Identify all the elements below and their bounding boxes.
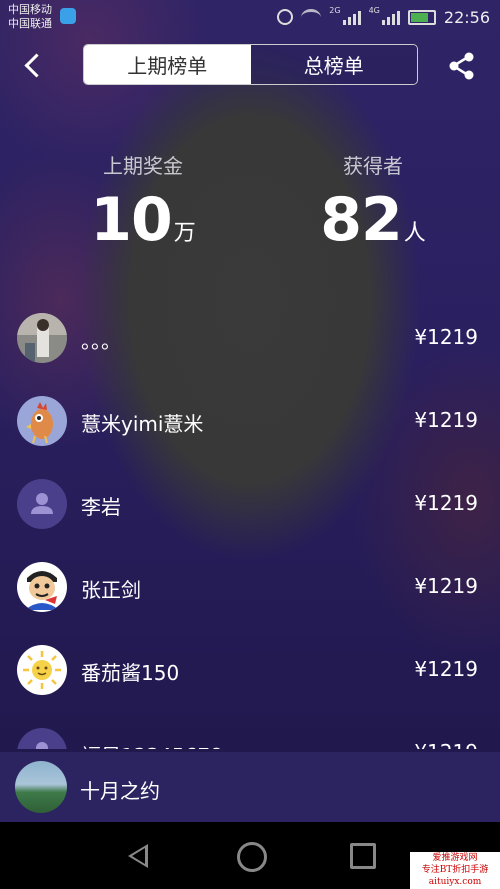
watermark-line-1: 爱推游戏网: [432, 853, 478, 863]
battery-icon: [407, 9, 436, 25]
share-icon[interactable]: [446, 50, 478, 82]
winners-count: 82人: [318, 185, 428, 255]
cartoon-avatar: [17, 562, 67, 612]
user-name: 薏米yimi薏米: [81, 412, 204, 436]
prize-value: 10: [90, 185, 172, 255]
tab-last-period[interactable]: 上期榜单: [84, 45, 251, 84]
user-name: 。。。: [81, 329, 121, 353]
nav-home-icon[interactable]: [237, 842, 267, 872]
carrier-labels: 中国移动 中国联通: [8, 3, 52, 31]
current-user-name: 十月之约: [80, 779, 160, 803]
watermark-line-3: aituiyx.com: [428, 877, 482, 887]
carrier-1: 中国移动: [8, 3, 52, 16]
user-name: 番茄酱150: [81, 661, 180, 685]
status-icons: 2G 4G 22:56: [277, 6, 490, 28]
prize-amount: ¥1219: [414, 408, 478, 432]
message-notification-icon: [60, 8, 76, 24]
winners-unit: 人: [403, 221, 426, 246]
wifi-icon: [301, 8, 322, 26]
list-item[interactable]: 张正剑 ¥1219: [0, 546, 500, 629]
prize-label: 上期奖金: [103, 154, 183, 178]
current-user-avatar: [15, 761, 67, 813]
user-name: 李岩: [81, 495, 121, 519]
winners-value: 82: [320, 185, 402, 255]
status-bar: 中国移动 中国联通 2G 4G 22:56: [0, 0, 500, 34]
winners-label: 获得者: [343, 154, 403, 178]
nav-recent-apps-icon[interactable]: [350, 843, 376, 869]
network-type-2: 4G: [368, 6, 380, 15]
watermark-line-2: 专注BT折扣手游: [421, 865, 489, 875]
alarm-icon: [277, 9, 294, 25]
list-item[interactable]: 番茄酱150 ¥1219: [0, 629, 500, 712]
prize-amount: ¥1219: [414, 657, 478, 681]
clock: 22:56: [443, 7, 490, 27]
prize-amount: ¥1219: [414, 574, 478, 598]
list-item[interactable]: 李岩 ¥1219: [0, 463, 500, 546]
carrier-2: 中国联通: [8, 17, 52, 30]
prize-amount: ¥1219: [414, 491, 478, 515]
prize-amount: ¥1219: [414, 325, 478, 349]
prize-amount: ¥1219: [414, 740, 478, 749]
chicken-avatar: [17, 396, 67, 446]
default-user-avatar: [17, 479, 67, 529]
winners-stat: 获得者 82人: [318, 150, 428, 255]
signal-icon-2: [381, 9, 400, 25]
prize-amount: 10万: [88, 185, 198, 255]
ranking-tabs: 上期榜单 总榜单: [83, 44, 418, 85]
default-user-avatar: [17, 728, 67, 749]
current-user-card[interactable]: 十月之约: [0, 752, 500, 822]
sun-avatar: [17, 645, 67, 695]
ranking-list[interactable]: 。。。 ¥1219 薏米yimi薏米 ¥1219 李岩 ¥1219 张正剑 ¥1…: [0, 297, 500, 749]
user-name: 福星12345678: [81, 740, 223, 749]
list-item[interactable]: 薏米yimi薏米 ¥1219: [0, 380, 500, 463]
site-watermark: 爱推游戏网 专注BT折扣手游 aituiyx.com: [410, 852, 500, 889]
nav-back-icon[interactable]: [128, 844, 148, 868]
back-icon[interactable]: [18, 50, 48, 80]
signal-icon-1: [342, 9, 361, 25]
photo-avatar: [17, 313, 67, 363]
network-type-1: 2G: [329, 6, 341, 15]
prize-stat: 上期奖金 10万: [88, 150, 198, 255]
prize-unit: 万: [173, 221, 196, 246]
list-item[interactable]: 福星12345678 ¥1219: [0, 712, 500, 749]
list-item[interactable]: 。。。 ¥1219: [0, 297, 500, 380]
tab-overall[interactable]: 总榜单: [250, 45, 417, 84]
user-name: 张正剑: [81, 578, 141, 602]
